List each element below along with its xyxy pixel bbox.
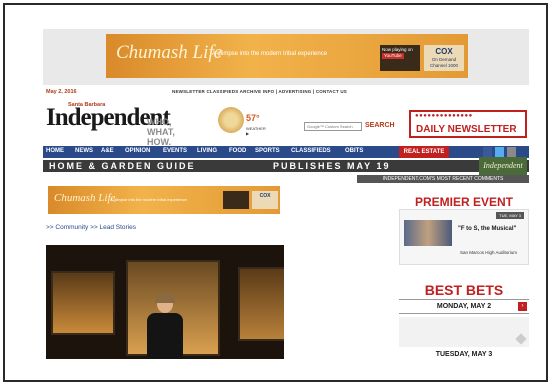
display-case — [238, 267, 284, 341]
now-playing-box: Now playing on YouTube — [380, 45, 420, 71]
now-playing-label: Now playing on — [382, 47, 413, 52]
search-button[interactable]: SEARCH — [365, 122, 395, 129]
nav-ae[interactable]: A&E — [101, 148, 114, 154]
lead-story-photo[interactable] — [46, 245, 284, 359]
cox-logo: COX — [435, 47, 453, 56]
sun-icon — [216, 105, 246, 135]
banner-tagline: A glimpse into the modern tribal experie… — [212, 51, 328, 57]
event-date-tag: TUE, MAY 3 — [496, 212, 524, 219]
main-nav: HOME NEWS A&E OPINION EVENTS LIVING FOOD… — [43, 146, 529, 158]
rss-icon[interactable] — [471, 147, 480, 157]
twitter-icon[interactable] — [495, 147, 504, 157]
facebook-icon[interactable] — [483, 147, 492, 157]
nav-opinion[interactable]: OPINION — [125, 148, 150, 154]
small-banner-logo: Chumash Life — [54, 192, 116, 204]
nav-classifieds[interactable]: CLASSIFIEDS — [291, 148, 331, 154]
divider — [399, 299, 529, 300]
best-bets-day-2[interactable]: TUESDAY, MAY 3 — [399, 351, 529, 358]
figure-body — [147, 313, 183, 359]
masthead-overline: Santa Barbara — [68, 102, 106, 108]
premier-event-card[interactable]: TUE, MAY 3 "F to S, the Musical" San Mar… — [399, 209, 529, 265]
youtube-logo: YouTube — [382, 52, 404, 59]
top-ad-band: Chumash Life A glimpse into the modern t… — [43, 29, 529, 85]
small-now-playing-box — [223, 191, 249, 209]
event-image — [404, 220, 452, 246]
divider — [399, 313, 529, 314]
daily-newsletter-label: DAILY NEWSLETTER — [416, 124, 517, 135]
cox-sub: On Demand Channel 1000 — [429, 57, 459, 69]
recent-comments-link[interactable]: INDEPENDENT.COM'S MOST RECENT COMMENTS — [357, 175, 529, 183]
small-banner-tagline: A glimpse into the modern tribal experie… — [110, 197, 187, 202]
weather-link[interactable]: WEATHER ▶ — [246, 126, 266, 136]
display-case — [51, 271, 115, 335]
woman-figure — [145, 293, 185, 359]
nav-home[interactable]: HOME — [46, 148, 64, 154]
chumash-life-banner-small[interactable]: Chumash Life A glimpse into the modern t… — [48, 186, 280, 214]
masthead[interactable]: Santa Barbara Independent WHO, WHAT, HOW… — [46, 102, 266, 147]
search-input[interactable]: Google™ Custom Search — [304, 122, 362, 131]
envelope-dots-icon: ●●●●●●●●●●●●●● — [415, 113, 473, 119]
screenshot-frame: Chumash Life A glimpse into the modern t… — [3, 3, 548, 382]
mobile-icon[interactable] — [507, 147, 516, 157]
cox-box: COX On Demand Channel 1000 — [424, 45, 464, 71]
best-bets-item[interactable] — [399, 317, 529, 347]
daily-newsletter-button[interactable]: ●●●●●●●●●●●●●● DAILY NEWSLETTER — [409, 110, 527, 138]
home-garden-strip[interactable]: HOME & GARDEN GUIDE PUBLISHES MAY 19 — [43, 160, 529, 172]
nav-obits[interactable]: OBITS — [345, 148, 363, 154]
event-title: "F to S, the Musical" — [458, 226, 517, 232]
best-bets-day-1[interactable]: MONDAY, MAY 2 — [399, 303, 529, 310]
current-date: May 2, 2016 — [46, 89, 77, 95]
independent-badge[interactable]: Independent — [479, 157, 527, 175]
figure-hair — [155, 293, 175, 303]
nav-news[interactable]: NEWS — [75, 148, 93, 154]
chumash-life-banner[interactable]: Chumash Life A glimpse into the modern t… — [106, 34, 468, 78]
temperature: 57° — [246, 113, 260, 123]
small-cox-logo: COX — [252, 191, 278, 209]
chevron-right-icon[interactable]: › — [518, 302, 527, 311]
nav-sports[interactable]: SPORTS — [255, 148, 280, 154]
event-venue: San Marcos High Auditorium — [460, 250, 518, 255]
best-bets-title: BEST BETS — [424, 282, 504, 298]
masthead-slogan: WHO, WHAT, HOW. — [147, 117, 175, 147]
website-screenshot: Chumash Life A glimpse into the modern t… — [43, 29, 529, 359]
nav-living[interactable]: LIVING — [197, 148, 217, 154]
premier-event-title: PREMIER EVENT — [414, 195, 513, 209]
publishes-label: PUBLISHES MAY 19 — [273, 161, 391, 171]
nav-food[interactable]: FOOD — [229, 148, 246, 154]
top-links[interactable]: NEWSLETTER CLASSIFIEDS ARCHIVE INFO | AD… — [172, 89, 347, 94]
home-garden-label: HOME & GARDEN GUIDE — [49, 161, 196, 171]
nav-real-estate[interactable]: REAL ESTATE — [399, 146, 449, 158]
breadcrumb[interactable]: >> Community >> Lead Stories — [46, 224, 136, 231]
nav-events[interactable]: EVENTS — [163, 148, 187, 154]
banner-logo: Chumash Life — [116, 42, 223, 63]
